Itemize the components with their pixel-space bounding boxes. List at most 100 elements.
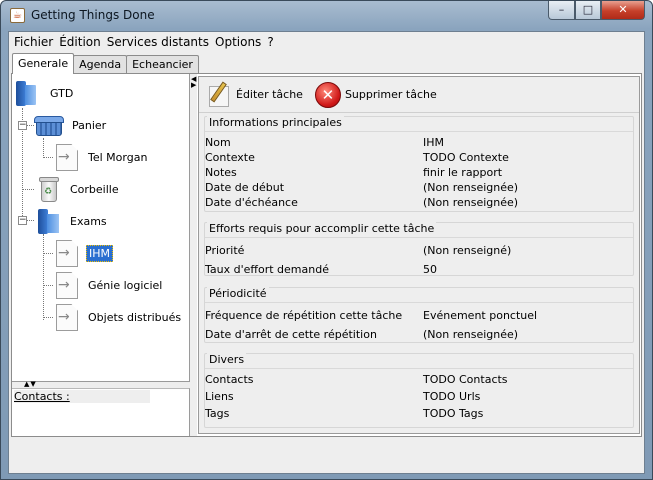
field-row: Date d'échéance (Non renseignée) bbox=[205, 196, 635, 211]
menu-fichier[interactable]: Fichier bbox=[12, 32, 57, 52]
tree-node-panier[interactable]: Panier bbox=[32, 110, 108, 140]
field-value: TODO Contacts bbox=[423, 373, 508, 386]
status-bar bbox=[9, 437, 644, 473]
field-row: Date de début (Non renseignée) bbox=[205, 181, 635, 196]
field-label: Date d'échéance bbox=[205, 196, 298, 209]
tree-label-genie-logiciel: Génie logiciel bbox=[88, 278, 163, 292]
field-label: Tags bbox=[205, 407, 230, 420]
app-window: ☕ Getting Things Done – □ ✕ Fichier Édit… bbox=[0, 0, 653, 480]
title-bar[interactable]: ☕ Getting Things Done – □ ✕ bbox=[1, 1, 652, 31]
tree-node-genie-logiciel[interactable]: → Génie logiciel bbox=[52, 270, 164, 300]
tree-label-objets-distribues: Objets distribués bbox=[88, 310, 182, 324]
field-row: Contexte TODO Contexte bbox=[205, 151, 635, 166]
field-value: Evénement ponctuel bbox=[423, 309, 538, 322]
field-value: (Non renseignée) bbox=[423, 328, 519, 341]
delete-task-label: Supprimer tâche bbox=[344, 88, 437, 101]
field-label: Date d'arrêt de cette répétition bbox=[205, 328, 377, 341]
tree-label-tel-morgan: Tel Morgan bbox=[88, 150, 148, 164]
tree-node-corbeille[interactable]: ♻ Corbeille bbox=[34, 174, 121, 204]
task-toolbar: Éditer tâche ✕ Supprimer tâche bbox=[199, 77, 639, 113]
section-title: Informations principales bbox=[207, 116, 344, 129]
tree-line bbox=[43, 138, 44, 158]
tab-panel: − − GTD Panier → Tel Morgan ♻ Corbeille … bbox=[11, 73, 642, 437]
basket-icon bbox=[32, 110, 66, 140]
tree-label-gtd: GTD bbox=[50, 86, 74, 100]
tree-node-exams[interactable]: Exams bbox=[34, 206, 109, 236]
tree-label-exams: Exams bbox=[70, 214, 107, 228]
field-label: Notes bbox=[205, 166, 237, 179]
field-value: IHM bbox=[423, 136, 445, 149]
field-row: Taux d'effort demandé 50 bbox=[205, 263, 635, 278]
splitter-arrows-icon[interactable]: ◀ ▶ bbox=[191, 76, 196, 89]
tree-node-tel-morgan[interactable]: → Tel Morgan bbox=[52, 142, 149, 172]
section-divider bbox=[205, 131, 633, 132]
delete-x-icon: ✕ bbox=[314, 81, 341, 108]
maximize-button[interactable]: □ bbox=[575, 1, 601, 20]
tree-label-ihm: IHM bbox=[86, 244, 114, 262]
splitter-arrows-icon[interactable]: ▲▼ bbox=[24, 380, 37, 388]
task-document-icon: → bbox=[52, 302, 82, 332]
tab-generale[interactable]: Generale bbox=[12, 53, 75, 74]
section-divider bbox=[205, 368, 633, 369]
task-document-icon: → bbox=[52, 238, 82, 268]
menu-services-distants[interactable]: Services distants bbox=[105, 32, 213, 52]
tree-line bbox=[22, 189, 34, 190]
field-value: (Non renseignée) bbox=[423, 181, 519, 194]
field-value: (Non renseignée) bbox=[423, 196, 519, 209]
menu-options[interactable]: Options bbox=[213, 32, 265, 52]
menu-help[interactable]: ? bbox=[265, 32, 277, 52]
tree-node-ihm[interactable]: → IHM bbox=[52, 238, 114, 268]
vertical-splitter[interactable]: ◀ ▶ bbox=[190, 74, 197, 436]
section-title: Efforts requis pour accomplir cette tâch… bbox=[207, 222, 437, 235]
section-divider bbox=[205, 237, 633, 238]
tab-agenda[interactable]: Agenda bbox=[73, 55, 128, 74]
close-button[interactable]: ✕ bbox=[601, 1, 645, 20]
delete-task-button[interactable]: ✕ Supprimer tâche bbox=[314, 81, 437, 108]
section-title: Divers bbox=[207, 353, 247, 366]
field-row: Fréquence de répétition cette tâche Evén… bbox=[205, 309, 635, 324]
tab-echeancier[interactable]: Echeancier bbox=[126, 55, 199, 74]
panier-collapse-toggle[interactable]: − bbox=[18, 121, 27, 130]
field-label: Taux d'effort demandé bbox=[205, 263, 329, 276]
client-area: Fichier Édition Services distants Option… bbox=[8, 31, 645, 474]
recycle-bin-icon: ♻ bbox=[34, 174, 64, 204]
edit-pencil-icon bbox=[206, 81, 232, 108]
field-label: Nom bbox=[205, 136, 231, 149]
field-row: Contacts TODO Contacts bbox=[205, 373, 635, 388]
section-divider bbox=[205, 302, 633, 303]
java-icon[interactable]: ☕ bbox=[10, 8, 25, 23]
field-value: finir le rapport bbox=[423, 166, 503, 179]
task-document-icon: → bbox=[52, 142, 82, 172]
window-title: Getting Things Done bbox=[31, 8, 155, 22]
field-label: Fréquence de répétition cette tâche bbox=[205, 309, 403, 322]
contacts-panel[interactable]: Contacts : bbox=[12, 388, 190, 436]
tree-line bbox=[43, 234, 44, 320]
field-label: Contacts bbox=[205, 373, 254, 386]
task-detail-pane: Éditer tâche ✕ Supprimer tâche Informati… bbox=[198, 76, 640, 434]
tree-node-gtd[interactable]: GTD bbox=[16, 78, 75, 108]
field-value: TODO Tags bbox=[423, 407, 484, 420]
field-label: Date de début bbox=[205, 181, 285, 194]
minimize-button[interactable]: – bbox=[548, 1, 575, 20]
field-value: TODO Contexte bbox=[423, 151, 509, 164]
edit-task-button[interactable]: Éditer tâche bbox=[206, 81, 303, 108]
tab-bar: Generale Agenda Echeancier bbox=[12, 53, 199, 74]
window-controls: – □ ✕ bbox=[548, 1, 645, 21]
section-title: Périodicité bbox=[207, 287, 269, 300]
tree-node-objets-distribues[interactable]: → Objets distribués bbox=[52, 302, 183, 332]
field-row: Tags TODO Tags bbox=[205, 407, 635, 422]
field-label: Liens bbox=[205, 390, 234, 403]
edit-task-label: Éditer tâche bbox=[236, 88, 303, 101]
field-value: 50 bbox=[423, 263, 437, 276]
tree-label-panier: Panier bbox=[72, 118, 107, 132]
field-row: Priorité (Non renseigné) bbox=[205, 244, 635, 259]
exams-collapse-toggle[interactable]: − bbox=[18, 216, 27, 225]
menu-edition[interactable]: Édition bbox=[57, 32, 105, 52]
field-row: Nom IHM bbox=[205, 136, 635, 151]
task-tree[interactable]: − − GTD Panier → Tel Morgan ♻ Corbeille … bbox=[12, 74, 190, 382]
gtd-icon bbox=[16, 78, 38, 108]
tree-label-corbeille: Corbeille bbox=[70, 182, 119, 196]
project-folder-icon bbox=[34, 206, 64, 236]
contacts-label: Contacts : bbox=[14, 390, 150, 403]
field-row: Date d'arrêt de cette répétition (Non re… bbox=[205, 328, 635, 343]
